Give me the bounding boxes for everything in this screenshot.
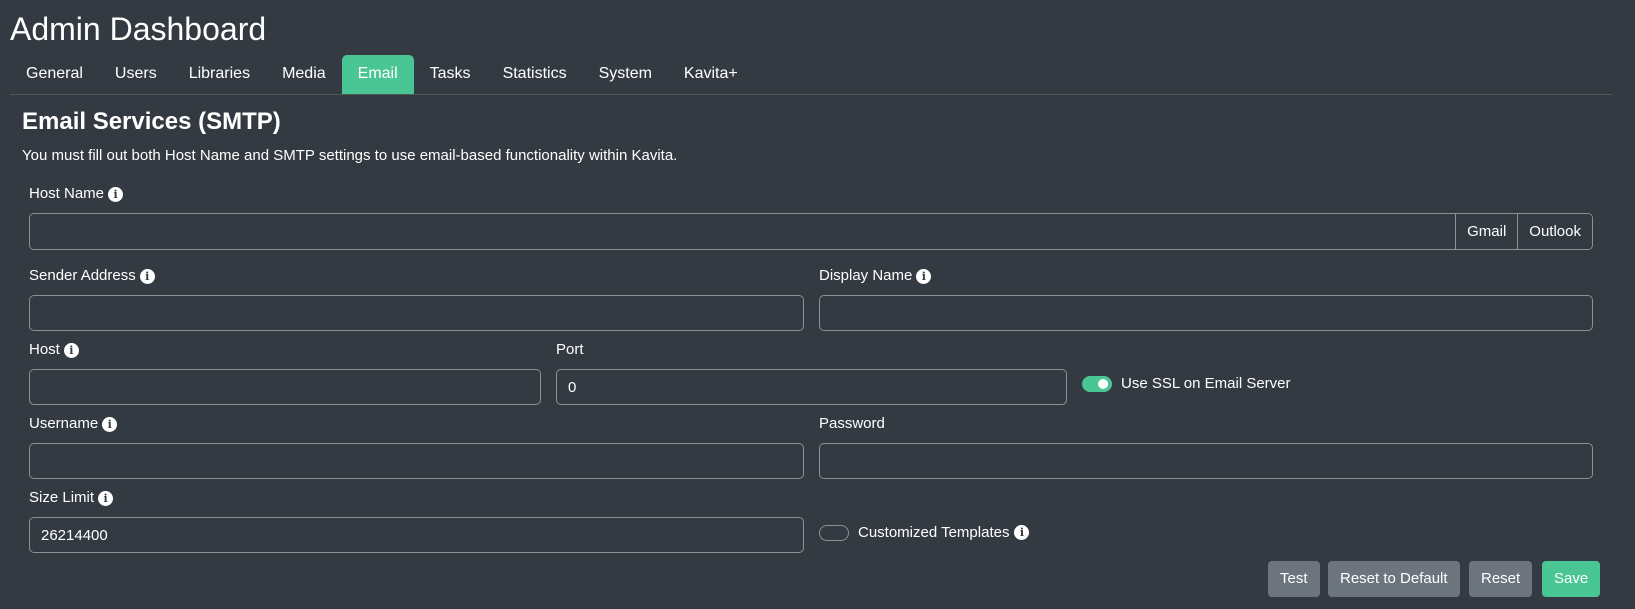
tab-libraries[interactable]: Libraries xyxy=(173,55,266,94)
info-icon[interactable]: i xyxy=(916,268,932,284)
size-limit-label-text: Size Limit xyxy=(29,489,95,506)
username-label: Username i xyxy=(29,415,118,433)
info-icon[interactable]: i xyxy=(108,186,124,202)
tab-general[interactable]: General xyxy=(10,55,99,94)
username-label-text: Username xyxy=(29,415,99,432)
gmail-preset-button[interactable]: Gmail xyxy=(1455,214,1518,249)
save-button[interactable]: Save xyxy=(1542,561,1601,597)
info-icon[interactable]: i xyxy=(63,342,79,358)
tab-statistics[interactable]: Statistics xyxy=(487,55,583,94)
sender-address-label-text: Sender Address xyxy=(29,267,136,284)
use-ssl-toggle[interactable] xyxy=(1082,375,1112,392)
tab-system[interactable]: System xyxy=(583,55,668,94)
size-limit-input[interactable] xyxy=(29,517,804,553)
tab-media[interactable]: Media xyxy=(266,55,342,94)
display-name-label: Display Name i xyxy=(819,267,932,285)
info-icon[interactable]: i xyxy=(102,416,118,432)
use-ssl-toggle-row: Use SSL on Email Server xyxy=(1082,375,1291,392)
port-input[interactable] xyxy=(556,369,1067,405)
customized-templates-toggle[interactable] xyxy=(819,524,849,541)
display-name-label-text: Display Name xyxy=(819,267,913,284)
admin-dashboard-page: Admin Dashboard General Users Libraries … xyxy=(0,0,1635,609)
reset-button[interactable]: Reset xyxy=(1469,561,1533,597)
host-label-text: Host xyxy=(29,341,60,358)
password-input[interactable] xyxy=(819,443,1593,479)
use-ssl-label: Use SSL on Email Server xyxy=(1121,375,1291,392)
info-icon[interactable]: i xyxy=(1014,525,1030,540)
info-icon[interactable]: i xyxy=(139,268,155,284)
sender-address-label: Sender Address i xyxy=(29,267,155,285)
page-title: Admin Dashboard xyxy=(10,11,267,47)
password-label-text: Password xyxy=(819,415,885,432)
info-icon[interactable]: i xyxy=(98,490,114,506)
tab-tasks[interactable]: Tasks xyxy=(414,55,487,94)
reset-to-default-button[interactable]: Reset to Default xyxy=(1328,561,1460,597)
size-limit-label: Size Limit i xyxy=(29,489,114,507)
customized-templates-toggle-row: Customized Templates i xyxy=(819,524,1030,541)
tab-email[interactable]: Email xyxy=(341,55,414,94)
section-title: Email Services (SMTP) xyxy=(22,108,281,135)
username-input[interactable] xyxy=(29,443,804,479)
host-name-label: Host Name i xyxy=(29,185,124,203)
display-name-input[interactable] xyxy=(819,295,1593,331)
tab-users[interactable]: Users xyxy=(99,55,173,94)
port-label-text: Port xyxy=(556,341,584,358)
customized-templates-label: Customized Templates xyxy=(858,524,1010,541)
sender-address-input[interactable] xyxy=(29,295,804,331)
port-label: Port xyxy=(556,341,584,359)
admin-tabs: General Users Libraries Media Email Task… xyxy=(10,55,1612,95)
section-description: You must fill out both Host Name and SMT… xyxy=(22,147,678,164)
host-label: Host i xyxy=(29,341,79,359)
host-name-label-text: Host Name xyxy=(29,185,105,202)
host-name-input-group: Gmail Outlook xyxy=(29,213,1593,250)
host-name-input[interactable] xyxy=(30,214,1456,249)
password-label: Password xyxy=(819,415,885,433)
host-input[interactable] xyxy=(29,369,541,405)
outlook-preset-button[interactable]: Outlook xyxy=(1517,214,1592,249)
tab-kavita-plus[interactable]: Kavita+ xyxy=(668,55,754,94)
test-button[interactable]: Test xyxy=(1268,561,1320,597)
